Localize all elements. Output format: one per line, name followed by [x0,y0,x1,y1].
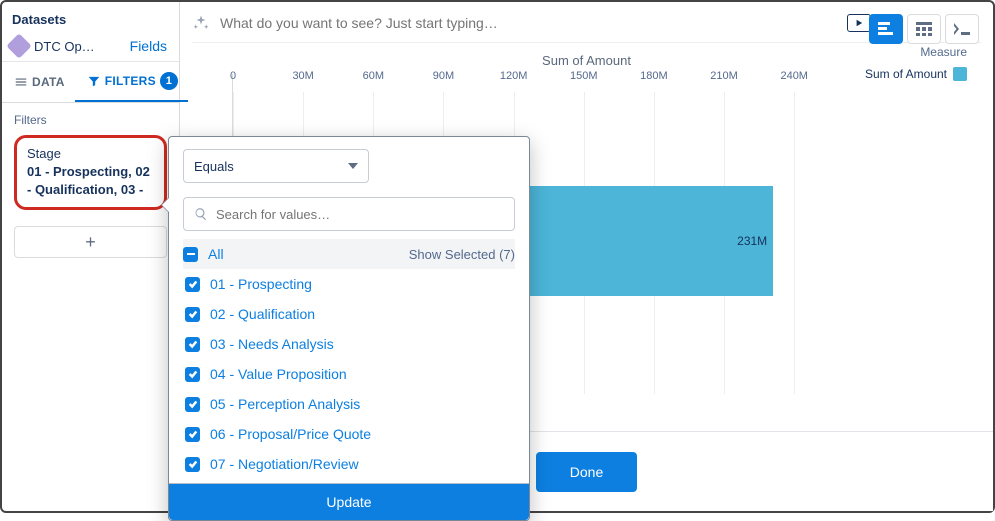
axis-tick: 120M [500,70,528,82]
play-icon [855,19,863,27]
filter-option[interactable]: 05 - Perception Analysis [183,389,515,419]
dataset-row[interactable]: DTC Op… Fields [2,31,179,62]
left-panel: Datasets DTC Op… Fields DATA FILTERS 1 F… [2,2,180,511]
filter-option[interactable]: 07 - Negotiation/Review [183,449,515,479]
bar-chart-icon [878,22,894,36]
table-icon [916,22,932,36]
value-search-input[interactable] [216,207,504,222]
filter-option-label: 02 - Qualification [210,306,513,322]
filter-popover: Equals All Show Selected (7) 01 - Prospe… [168,136,530,521]
dataset-name: DTC Op… [34,39,124,54]
show-selected-link[interactable]: Show Selected (7) [409,247,515,262]
popover-pointer [161,197,169,213]
filter-option[interactable]: 01 - Prospecting [183,269,515,299]
tab-data[interactable]: DATA [2,62,75,102]
checkbox-checked-icon [185,397,200,412]
checkbox-checked-icon [185,337,200,352]
checkbox-checked-icon [185,307,200,322]
tab-filters[interactable]: FILTERS 1 [75,62,188,102]
fields-link[interactable]: Fields [130,38,171,54]
viz-mode-buttons [869,14,979,44]
value-options-list: All Show Selected (7) 01 - Prospecting 02… [183,239,515,479]
sparkle-icon [192,14,210,32]
legend-swatch [953,67,967,81]
axis-tick: 30M [292,70,313,82]
filter-value-line2: - Qualification, 03 - [27,181,154,199]
axis-tick: 210M [710,70,738,82]
filter-option[interactable]: 04 - Value Proposition [183,359,515,389]
update-button[interactable]: Update [169,483,529,520]
gridline [794,92,795,394]
filter-value-line1: 01 - Prospecting, 02 [27,163,154,181]
axis-tick: 240M [780,70,808,82]
bar-value-label: 231M [737,234,767,248]
stage-filter-card[interactable]: Stage 01 - Prospecting, 02 - Qualificati… [14,135,167,210]
prompt-icon [954,23,970,35]
filter-icon [87,74,101,88]
x-axis-ticks: 0 30M 60M 90M 120M 150M 180M 210M 240M [233,70,841,90]
list-icon [14,75,28,89]
done-button[interactable]: Done [536,452,637,492]
chart-mode-button[interactable] [869,14,903,44]
legend-text: Sum of Amount [865,67,947,81]
operator-select[interactable]: Equals [183,149,369,183]
option-all[interactable]: All Show Selected (7) [183,239,515,269]
checkbox-checked-icon [185,457,200,472]
measure-label: Measure [920,45,967,59]
filter-option[interactable]: 03 - Needs Analysis [183,329,515,359]
option-all-label: All [208,246,399,262]
axis-tick: 180M [640,70,668,82]
filter-option-label: 01 - Prospecting [210,276,513,292]
checkbox-checked-icon [185,277,200,292]
table-mode-button[interactable] [907,14,941,44]
checkbox-indeterminate-icon [183,247,198,262]
chart-legend: Sum of Amount [865,67,967,81]
axis-tick: 0 [230,70,236,82]
filter-field-name: Stage [27,146,154,161]
topbar [192,2,981,43]
add-filter-button[interactable]: + [14,226,167,258]
tab-data-label: DATA [32,75,65,89]
axis-tick: 60M [363,70,384,82]
axis-tick: 90M [433,70,454,82]
saql-mode-button[interactable] [945,14,979,44]
filter-count-badge: 1 [160,72,178,90]
run-query-button[interactable] [847,14,871,32]
filter-option-label: 03 - Needs Analysis [210,336,513,352]
tab-filters-label: FILTERS [105,74,156,88]
operator-label: Equals [194,159,234,174]
nlq-input[interactable] [220,15,837,31]
filter-option[interactable]: 06 - Proposal/Price Quote [183,419,515,449]
search-icon [194,207,208,221]
filter-option-label: 07 - Negotiation/Review [210,456,513,472]
datasets-heading: Datasets [2,8,179,31]
filters-heading: Filters [2,103,179,133]
filter-option[interactable]: 02 - Qualification [183,299,515,329]
axis-tick: 150M [570,70,598,82]
checkbox-checked-icon [185,427,200,442]
chevron-down-icon [348,163,358,169]
panel-tabs: DATA FILTERS 1 [2,62,179,103]
value-search[interactable] [183,197,515,231]
checkbox-checked-icon [185,367,200,382]
filter-option-label: 06 - Proposal/Price Quote [210,426,513,442]
dataset-icon [6,33,31,58]
filter-option-label: 04 - Value Proposition [210,366,513,382]
filter-option-label: 05 - Perception Analysis [210,396,513,412]
